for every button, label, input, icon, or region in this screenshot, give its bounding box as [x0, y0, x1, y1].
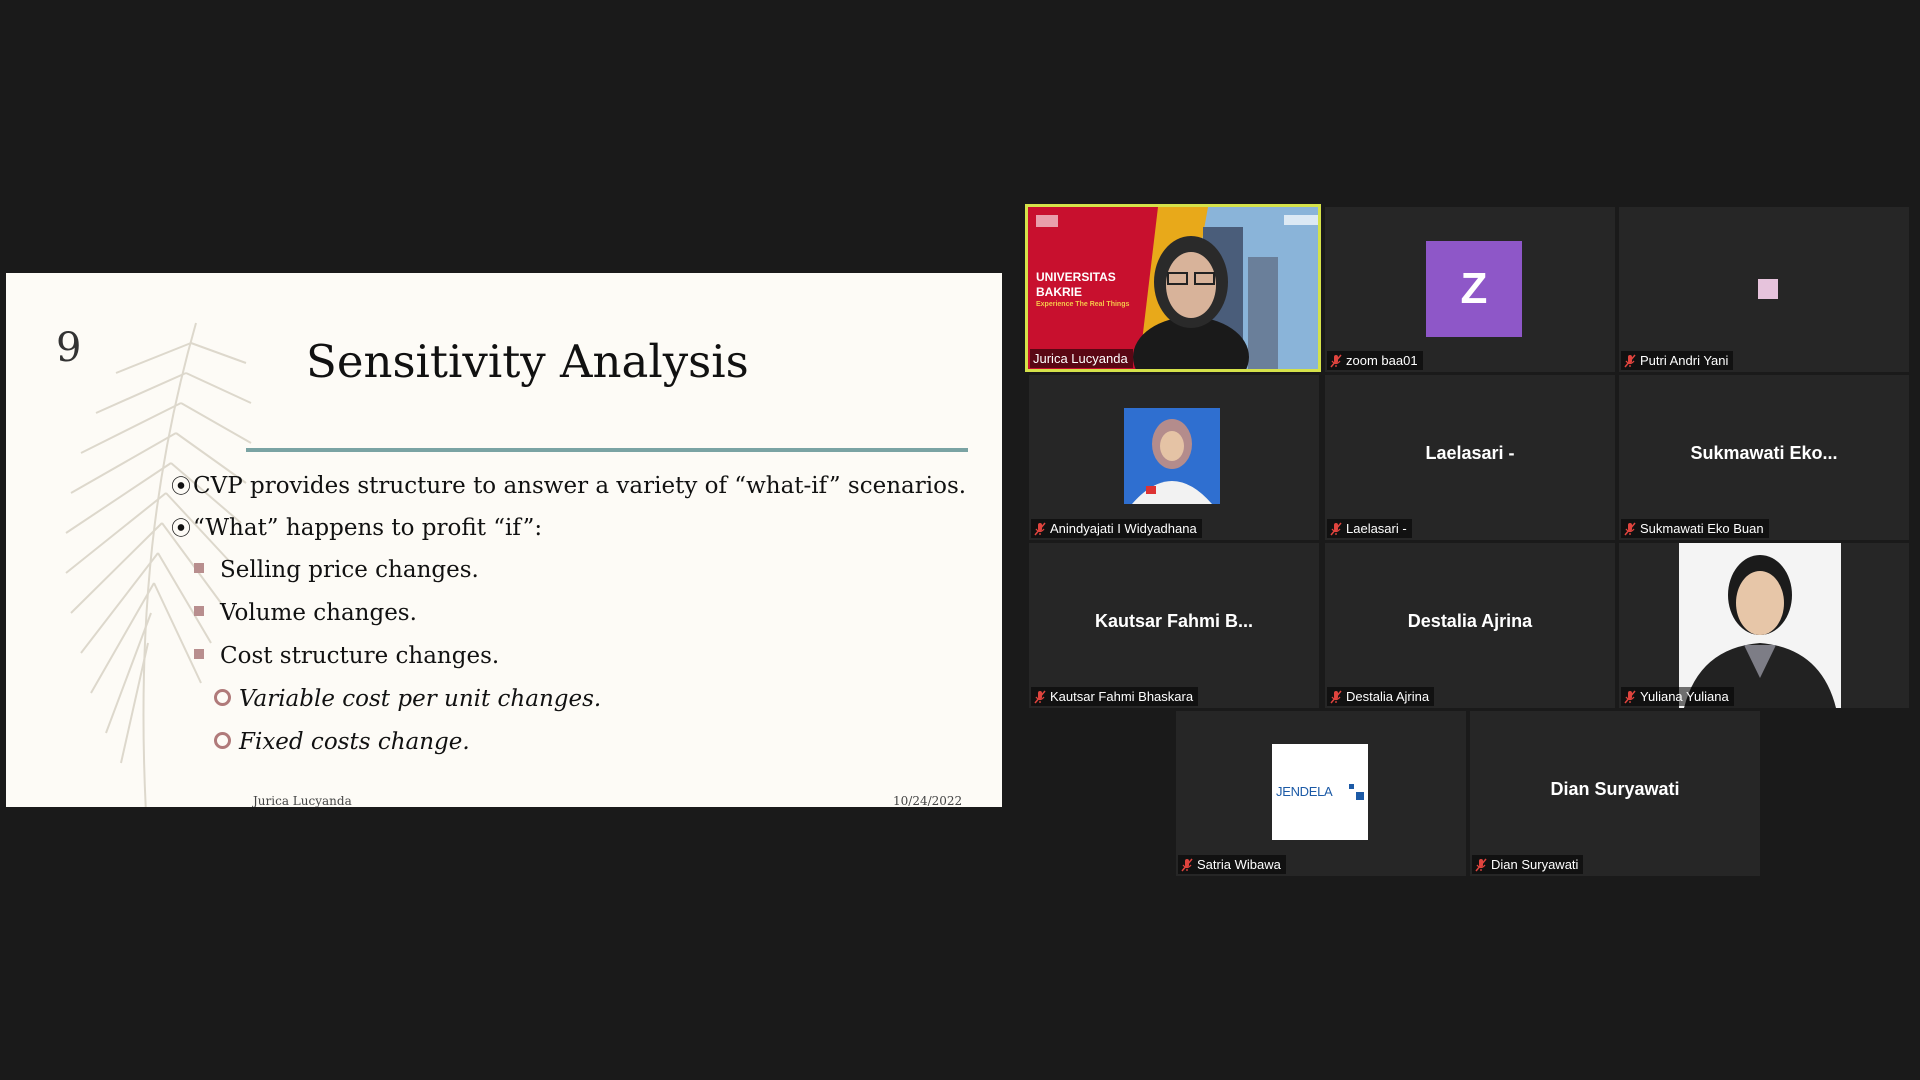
sub-bullet-item: Volume changes. — [171, 592, 991, 635]
participant-display-name: Dian Suryawati — [1550, 779, 1680, 799]
slide-bullet-list: ⦿CVP provides structure to answer a vari… — [171, 465, 991, 764]
square-bullet-icon — [194, 606, 204, 616]
title-divider — [246, 448, 968, 452]
participant-display-name: Laelasari - — [1425, 443, 1515, 463]
participant-photo — [1124, 408, 1220, 504]
mic-muted-icon — [1624, 522, 1636, 536]
bullet-item: ⦿“What” happens to profit “if”: — [171, 515, 543, 541]
mic-muted-icon — [1624, 354, 1636, 368]
ring-bullet-icon — [214, 731, 231, 749]
participant-name-tag: Jurica Lucyanda — [1030, 349, 1133, 368]
participant-name-tag: zoom baa01 — [1327, 351, 1423, 370]
logo-square-icon — [1349, 784, 1354, 789]
mic-muted-icon — [1624, 690, 1636, 704]
slide-title: Sensitivity Analysis — [306, 335, 749, 388]
mic-muted-icon — [1475, 858, 1487, 872]
avatar: Z — [1426, 241, 1522, 337]
video-tile[interactable]: Yuliana Yuliana — [1619, 543, 1909, 708]
participant-display-name: Destalia Ajrina — [1407, 611, 1533, 631]
participant-name-tag: Destalia Ajrina — [1327, 687, 1435, 706]
mic-muted-icon — [1330, 522, 1342, 536]
shared-screen-slide: 9 Sensitivity Analysis ⦿CVP provides str… — [6, 273, 1002, 807]
square-bullet-icon — [194, 563, 204, 573]
participant-display-name: Sukmawati Eko... — [1690, 443, 1838, 463]
video-tile[interactable]: Laelasari - Laelasari - — [1325, 375, 1615, 540]
ring-bullet-icon — [214, 688, 231, 706]
mic-muted-icon — [1181, 858, 1193, 872]
video-tile-active-speaker[interactable]: UNIVERSITAS BAKRIE Experience The Real T… — [1025, 204, 1321, 372]
participant-name-tag: Putri Andri Yani — [1621, 351, 1734, 370]
video-tile[interactable]: JENDELA Satria Wibawa — [1176, 711, 1466, 876]
participant-name-tag: Dian Suryawati — [1472, 855, 1584, 874]
slide-footer-date: 10/24/2022 — [893, 794, 963, 807]
mic-muted-icon — [1330, 690, 1342, 704]
participant-name-tag: Sukmawati Eko Buan — [1621, 519, 1769, 538]
banner-logo: UNIVERSITAS BAKRIE Experience The Real T… — [1036, 270, 1130, 308]
participant-logo: JENDELA — [1272, 744, 1368, 840]
participant-photo — [1679, 543, 1841, 708]
participant-name-tag: Kautsar Fahmi Bhaskara — [1031, 687, 1199, 706]
mic-muted-icon — [1330, 354, 1342, 368]
video-tile[interactable]: Z zoom baa01 — [1325, 207, 1615, 372]
video-tile[interactable]: Dian Suryawati Dian Suryawati — [1470, 711, 1760, 876]
mic-muted-icon — [1034, 522, 1046, 536]
slide-number: 9 — [56, 325, 82, 371]
mic-muted-icon — [1034, 690, 1046, 704]
bullet-marker-icon: ⦿ — [171, 516, 191, 540]
participant-name-tag: Laelasari - — [1327, 519, 1412, 538]
square-bullet-icon — [194, 649, 204, 659]
avatar — [1758, 279, 1778, 299]
bullet-marker-icon: ⦿ — [171, 474, 191, 498]
sub-sub-bullet-item: Variable cost per unit changes. — [171, 678, 991, 721]
bullet-item: ⦿CVP provides structure to answer a vari… — [171, 473, 967, 499]
sub-bullet-item: Cost structure changes. — [171, 635, 991, 678]
video-tile[interactable]: Destalia Ajrina Destalia Ajrina — [1325, 543, 1615, 708]
video-tile[interactable]: Sukmawati Eko... Sukmawati Eko Buan — [1619, 375, 1909, 540]
participant-name-tag: Anindyajati I Widyadhana — [1031, 519, 1202, 538]
sub-bullet-item: Selling price changes. — [171, 549, 991, 592]
sub-sub-bullet-item: Fixed costs change. — [171, 721, 991, 764]
logo-square-icon — [1356, 792, 1364, 800]
video-tile[interactable]: Kautsar Fahmi B... Kautsar Fahmi Bhaskar… — [1029, 543, 1319, 708]
video-tile[interactable]: Putri Andri Yani — [1619, 207, 1909, 372]
participant-name-tag: Satria Wibawa — [1178, 855, 1286, 874]
video-tile[interactable]: Anindyajati I Widyadhana — [1029, 375, 1319, 540]
participant-name-tag: Yuliana Yuliana — [1621, 687, 1734, 706]
slide-footer-author: Jurica Lucyanda — [253, 794, 352, 807]
participant-display-name: Kautsar Fahmi B... — [1094, 611, 1254, 631]
